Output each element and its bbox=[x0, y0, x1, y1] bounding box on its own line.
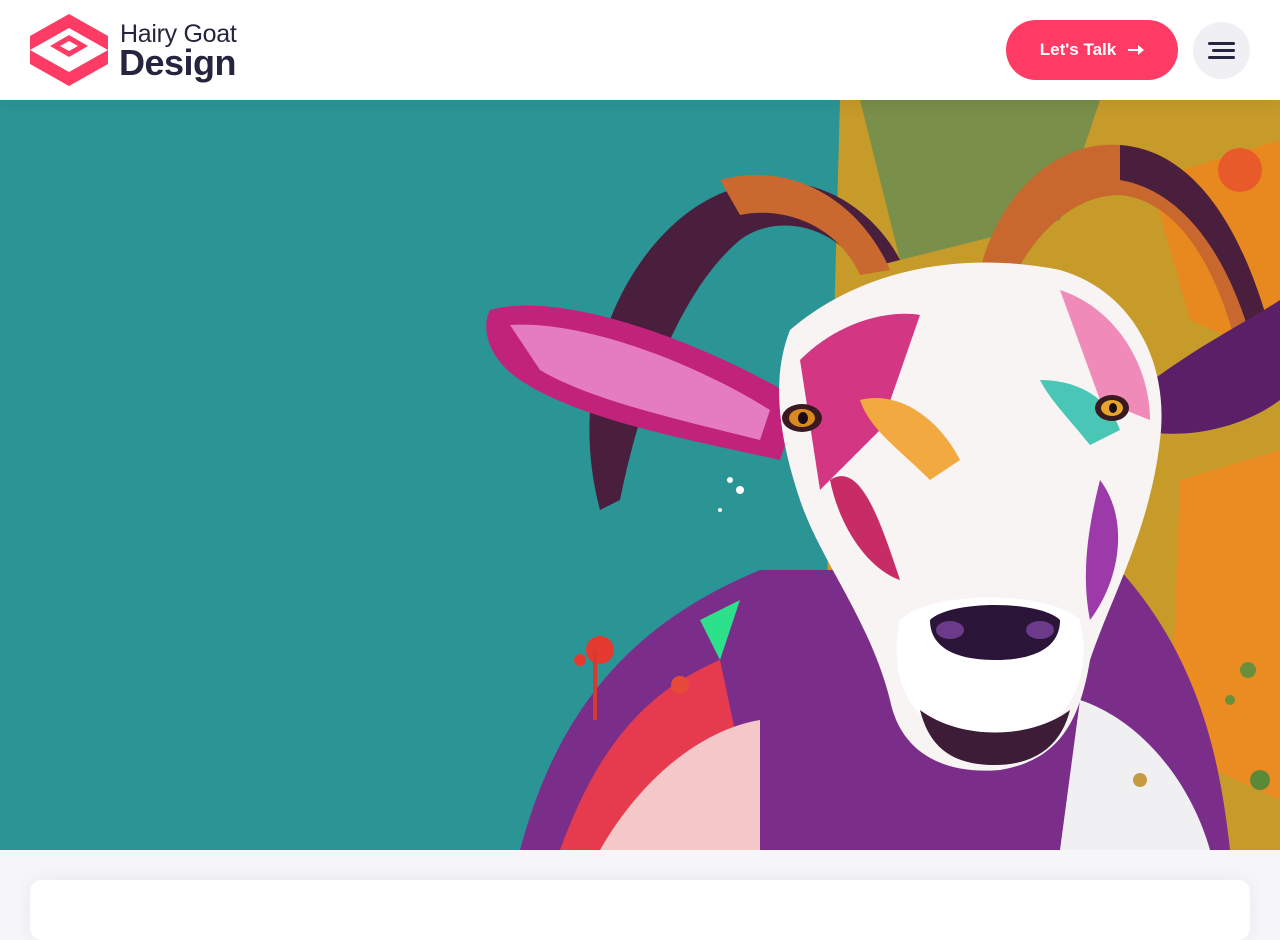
lets-talk-label: Let's Talk bbox=[1039, 40, 1117, 59]
hero-banner bbox=[0, 100, 1280, 850]
menu-button[interactable] bbox=[1193, 22, 1250, 79]
lets-talk-button[interactable]: Let's Talk bbox=[1006, 20, 1178, 80]
hamburger-menu-icon bbox=[1208, 42, 1235, 45]
site-header: Hairy Goat Design Let's Talk bbox=[0, 0, 1280, 100]
content-card bbox=[30, 880, 1250, 940]
goat-illustration bbox=[486, 100, 1280, 850]
logo-text-secondary: Design bbox=[119, 42, 237, 83]
logo-mark-icon bbox=[30, 14, 108, 86]
site-logo[interactable]: Hairy Goat Design bbox=[30, 14, 250, 86]
arrow-right-icon bbox=[1128, 45, 1145, 55]
